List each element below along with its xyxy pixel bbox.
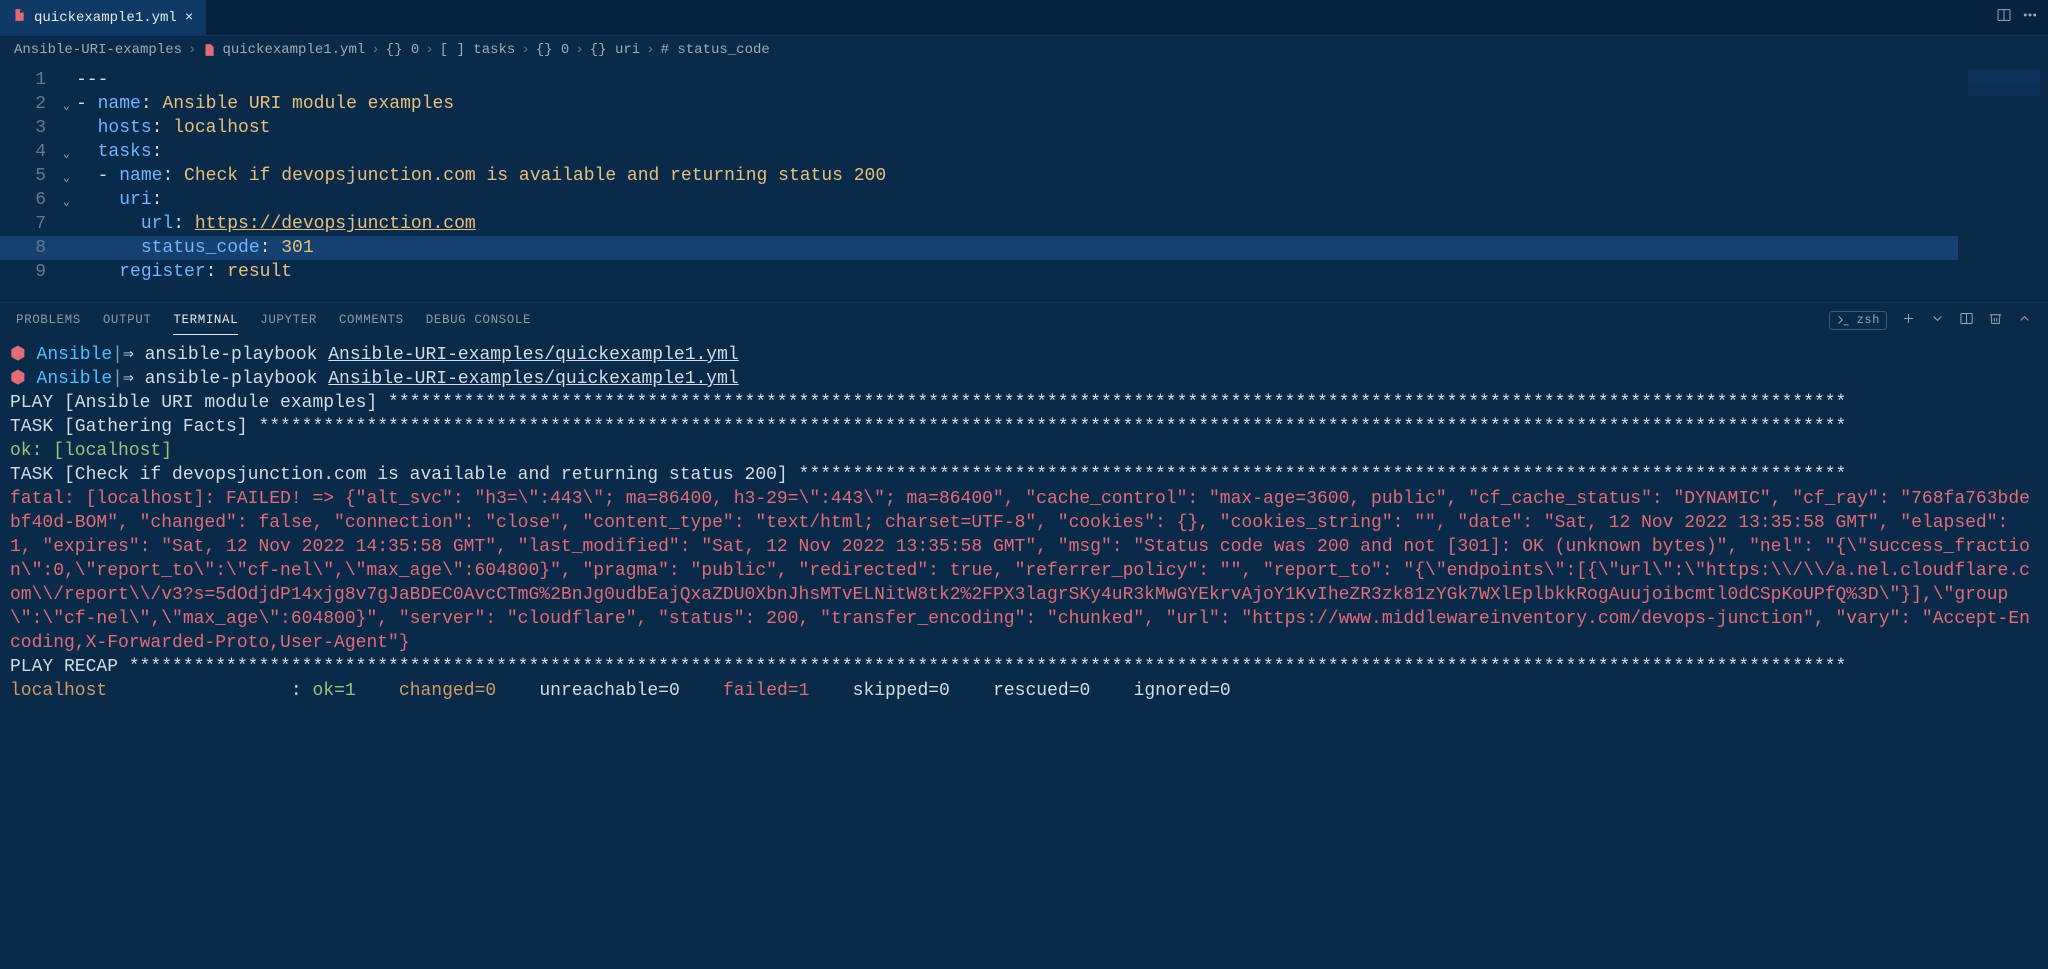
chevron-right-icon: ›	[188, 42, 196, 58]
code-line[interactable]: 3 hosts: localhost	[0, 116, 1958, 140]
terminal-output[interactable]: ⬢ Ansible|⇒ ansible-playbook Ansible-URI…	[0, 337, 2048, 969]
line-number: 1	[0, 68, 56, 92]
tab-terminal[interactable]: TERMINAL	[173, 305, 238, 335]
tab-output[interactable]: OUTPUT	[103, 305, 152, 335]
code-line[interactable]: 4⌄ tasks:	[0, 140, 1958, 164]
more-actions-icon[interactable]	[2022, 7, 2038, 29]
breadcrumb-node[interactable]: # status_code	[661, 42, 770, 58]
bottom-panel: PROBLEMS OUTPUT TERMINAL JUPYTER COMMENT…	[0, 302, 2048, 969]
shell-name: zsh	[1857, 313, 1880, 327]
tab-bar: quickexample1.yml ×	[0, 0, 2048, 36]
breadcrumb-node[interactable]: {} 0	[536, 42, 570, 58]
code-line[interactable]: 9 register: result	[0, 260, 1958, 284]
yaml-file-icon	[12, 8, 26, 27]
line-number: 5⌄	[0, 164, 56, 188]
split-editor-icon[interactable]	[1996, 7, 2012, 29]
line-number: 3	[0, 116, 56, 140]
code-content[interactable]: url: https://devopsjunction.com	[56, 212, 1958, 236]
tab-comments[interactable]: COMMENTS	[339, 305, 404, 335]
code-content[interactable]: uri:	[56, 188, 1958, 212]
tabbar-spacer	[206, 0, 1986, 35]
tab-quickexample[interactable]: quickexample1.yml ×	[0, 0, 206, 35]
code-line[interactable]: 5⌄ - name: Check if devopsjunction.com i…	[0, 164, 1958, 188]
line-number: 9	[0, 260, 56, 284]
breadcrumb-node[interactable]: [ ] tasks	[440, 42, 516, 58]
line-number: 8	[0, 236, 56, 260]
tab-filename: quickexample1.yml	[34, 10, 177, 26]
code-content[interactable]: - name: Ansible URI module examples	[56, 92, 1958, 116]
line-number: 6⌄	[0, 188, 56, 212]
code-content[interactable]: status_code: 301	[56, 236, 1958, 260]
chevron-right-icon: ›	[646, 42, 654, 58]
code-content[interactable]: register: result	[56, 260, 1958, 284]
trash-icon[interactable]	[1988, 311, 2003, 330]
line-number: 2⌄	[0, 92, 56, 116]
breadcrumb-node[interactable]: {} 0	[386, 42, 420, 58]
minimap[interactable]	[1958, 64, 2048, 302]
chevron-right-icon: ›	[575, 42, 583, 58]
new-terminal-icon[interactable]	[1901, 311, 1916, 330]
chevron-up-icon[interactable]	[2017, 311, 2032, 330]
code-line[interactable]: 2⌄- name: Ansible URI module examples	[0, 92, 1958, 116]
chevron-right-icon: ›	[521, 42, 529, 58]
panel-actions: zsh	[1829, 311, 2032, 330]
code-editor[interactable]: 1---2⌄- name: Ansible URI module example…	[0, 64, 1958, 302]
minimap-viewport[interactable]	[1968, 70, 2040, 96]
chevron-right-icon: ›	[425, 42, 433, 58]
breadcrumb-file[interactable]: quickexample1.yml	[222, 42, 365, 58]
chevron-down-icon[interactable]	[1930, 311, 1945, 330]
tab-jupyter[interactable]: JUPYTER	[260, 305, 317, 335]
chevron-right-icon: ›	[371, 42, 379, 58]
editor-area: 1---2⌄- name: Ansible URI module example…	[0, 64, 2048, 302]
close-icon[interactable]: ×	[185, 10, 193, 26]
line-number: 7	[0, 212, 56, 236]
code-content[interactable]: tasks:	[56, 140, 1958, 164]
yaml-file-icon	[202, 43, 216, 57]
code-line[interactable]: 1---	[0, 68, 1958, 92]
code-content[interactable]: hosts: localhost	[56, 116, 1958, 140]
code-content[interactable]: ---	[56, 68, 1958, 92]
code-content[interactable]: - name: Check if devopsjunction.com is a…	[56, 164, 1958, 188]
breadcrumb-node[interactable]: {} uri	[590, 42, 640, 58]
tab-problems[interactable]: PROBLEMS	[16, 305, 81, 335]
breadcrumb-folder[interactable]: Ansible-URI-examples	[14, 42, 182, 58]
tabbar-actions	[1986, 0, 2048, 35]
line-number: 4⌄	[0, 140, 56, 164]
shell-indicator[interactable]: zsh	[1829, 311, 1887, 330]
code-line[interactable]: 7 url: https://devopsjunction.com	[0, 212, 1958, 236]
tab-debug-console[interactable]: DEBUG CONSOLE	[426, 305, 531, 335]
code-line[interactable]: 6⌄ uri:	[0, 188, 1958, 212]
panel-tabs: PROBLEMS OUTPUT TERMINAL JUPYTER COMMENT…	[0, 303, 2048, 337]
code-line[interactable]: 8 status_code: 301	[0, 236, 1958, 260]
breadcrumb[interactable]: Ansible-URI-examples › quickexample1.yml…	[0, 36, 2048, 64]
split-terminal-icon[interactable]	[1959, 311, 1974, 330]
